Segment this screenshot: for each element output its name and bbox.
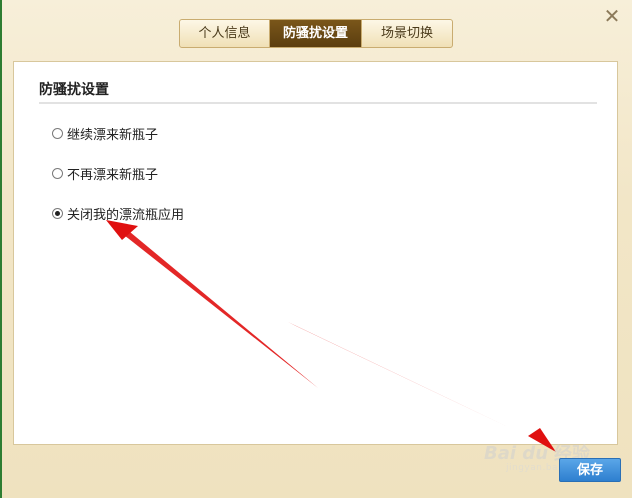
- tab-anti-harassment[interactable]: 防骚扰设置: [270, 20, 362, 47]
- radio-continue-bottles[interactable]: [52, 128, 63, 139]
- option-stop-new-bottles[interactable]: 不再漂来新瓶子: [52, 164, 158, 183]
- option-continue-bottles[interactable]: 继续漂来新瓶子: [52, 124, 158, 143]
- settings-panel: 防骚扰设置 继续漂来新瓶子 不再漂来新瓶子 关闭我的漂流瓶应用: [13, 61, 618, 445]
- radio-close-app[interactable]: [52, 208, 63, 219]
- window-left-edge: [0, 0, 2, 498]
- close-icon[interactable]: ✕: [602, 6, 622, 26]
- watermark-logo: Bai du: [484, 442, 549, 464]
- option-close-app[interactable]: 关闭我的漂流瓶应用: [52, 204, 184, 223]
- save-button[interactable]: 保存: [559, 458, 621, 482]
- tab-bar: 个人信息 防骚扰设置 场景切换: [179, 19, 453, 48]
- panel-title: 防骚扰设置: [39, 82, 109, 98]
- tab-personal-info[interactable]: 个人信息: [180, 20, 270, 47]
- option-label-continue: 继续漂来新瓶子: [67, 128, 159, 143]
- option-label-close: 关闭我的漂流瓶应用: [67, 208, 185, 223]
- radio-stop-new-bottles[interactable]: [52, 168, 63, 179]
- option-label-stop: 不再漂来新瓶子: [67, 168, 159, 183]
- tab-scene-switch[interactable]: 场景切换: [362, 20, 452, 47]
- title-divider: [39, 102, 597, 104]
